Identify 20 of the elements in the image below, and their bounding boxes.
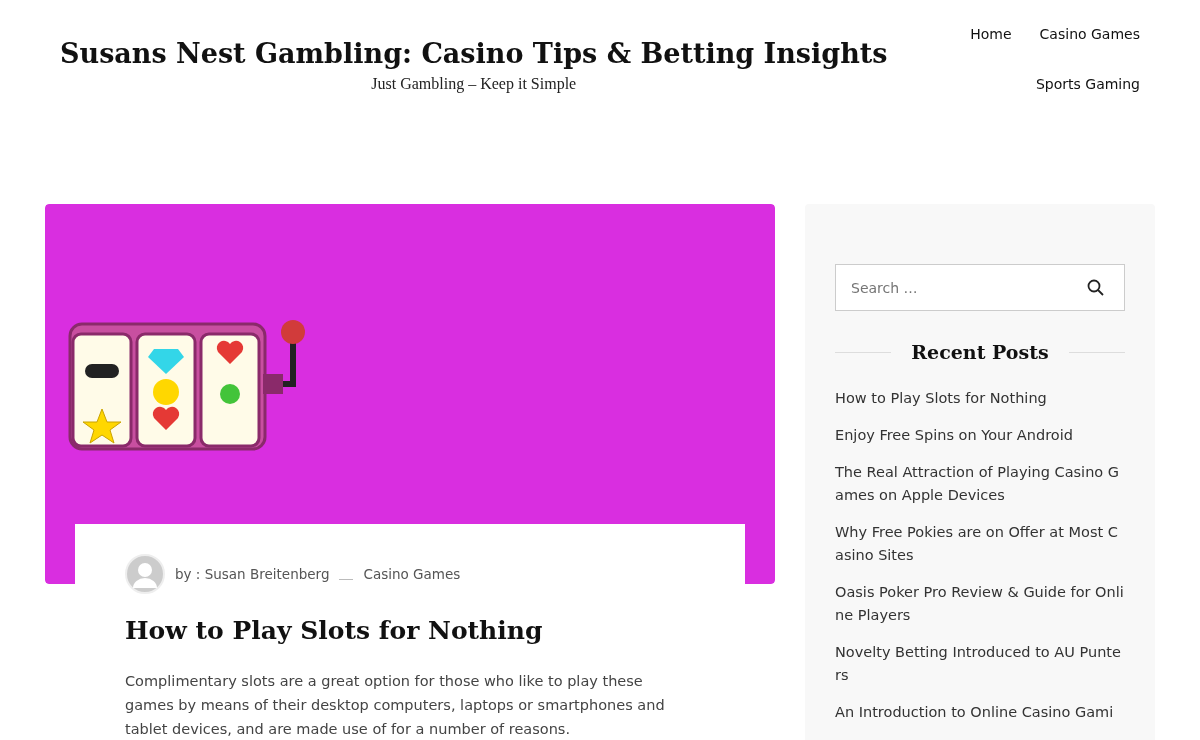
nav-link[interactable]: Sports Gaming xyxy=(1035,76,1140,92)
post-author[interactable]: by : Susan Breitenberg xyxy=(175,566,330,582)
section-heading: Recent Posts xyxy=(911,341,1049,363)
post-excerpt: Complimentary slots are a great option for those who like to play these games by means of their desktop computers, laptops or smartphones and tablet devices, and are made use of for a number of reasons. xyxy=(125,672,666,739)
avatar-icon xyxy=(125,554,165,594)
recent-post-link[interactable]: The Real Attraction of Playing Casino Games on Apple Devices xyxy=(835,461,1125,507)
site-tagline: Just Gambling – Keep it Simple xyxy=(371,75,577,93)
recent-post-link[interactable]: Novelty Betting Introduced to AU Punters xyxy=(835,641,1125,687)
search-icon[interactable] xyxy=(1087,279,1104,296)
recent-post-link[interactable]: Why Free Pokies are on Offer at Most Casino Sites xyxy=(835,521,1125,567)
post-title[interactable]: How to Play Slots for Nothing xyxy=(125,616,695,645)
recent-post-link[interactable]: Enjoy Free Spins on Your Android xyxy=(835,424,1125,447)
recent-post-link[interactable]: How to Play Slots for Nothing xyxy=(835,387,1125,410)
nav-link[interactable]: Home xyxy=(970,26,1012,42)
recent-post-link[interactable]: An Introduction to Online Casino Gami xyxy=(835,701,1125,724)
site-title[interactable]: Susans Nest Gambling: Casino Tips & Betting Insights xyxy=(60,38,888,69)
nav-link[interactable]: Casino Games xyxy=(1039,26,1140,42)
search-field[interactable]: Search … xyxy=(835,264,1125,311)
recent-post-link[interactable]: Oasis Poker Pro Review & Guide for Online Players xyxy=(835,581,1125,627)
post-category[interactable]: Casino Games xyxy=(363,566,461,582)
